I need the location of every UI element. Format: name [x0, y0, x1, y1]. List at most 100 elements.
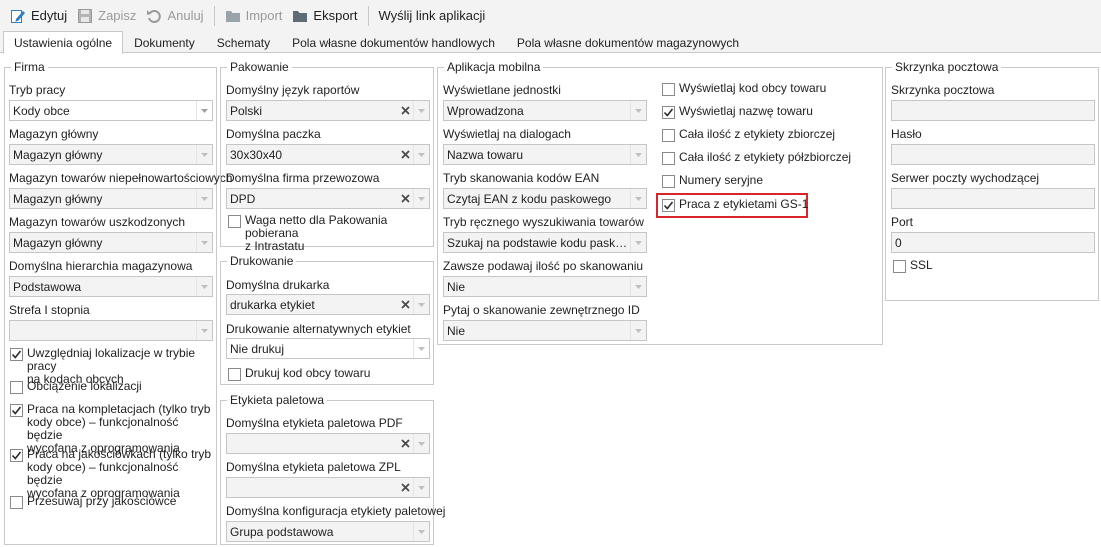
- checkbox-box[interactable]: [228, 215, 241, 228]
- manual-search-label: Tryb ręcznego wyszukiwania towarów: [443, 215, 644, 229]
- tab-general-settings[interactable]: Ustawienia ogólne: [3, 31, 124, 54]
- damaged-warehouse-select[interactable]: Magazyn główny: [9, 232, 213, 253]
- work-mode-label: Tryb pracy: [9, 83, 66, 97]
- units-select[interactable]: Wprowadzona: [443, 100, 647, 121]
- move-on-quality-checkbox[interactable]: Przesuwaj przy jakościówce: [10, 495, 176, 509]
- port-label: Port: [891, 215, 914, 229]
- chevron-down-icon[interactable]: [196, 189, 212, 208]
- clear-icon[interactable]: [397, 434, 413, 453]
- location-load-checkbox[interactable]: Obciążenie lokalizacji: [10, 380, 142, 394]
- smtp-server-input[interactable]: [891, 188, 1095, 209]
- chevron-down-icon[interactable]: [630, 145, 646, 164]
- serial-numbers-checkbox[interactable]: Numery seryjne: [662, 174, 763, 188]
- show-foreign-code-checkbox[interactable]: Wyświetlaj kod obcy towaru: [662, 82, 826, 96]
- work-mode-select[interactable]: Kody obce: [9, 100, 213, 121]
- cancel-button[interactable]: Anuluj: [142, 4, 207, 28]
- tab-warehouse-doc-custom-fields[interactable]: Pola własne dokumentów magazynowych: [506, 31, 750, 53]
- password-input[interactable]: [891, 144, 1095, 165]
- checkbox-box[interactable]: [10, 348, 23, 361]
- mailbox-label: Skrzynka pocztowa: [891, 83, 995, 97]
- checkbox-box[interactable]: [662, 106, 675, 119]
- clear-icon[interactable]: [397, 189, 413, 208]
- qty-after-scan-select[interactable]: Nie: [443, 276, 647, 297]
- ssl-checkbox[interactable]: SSL: [893, 259, 933, 273]
- chevron-down-icon[interactable]: [196, 321, 212, 340]
- net-weight-checkbox[interactable]: Waga netto dla Pakowania pobierana z Intr…: [228, 214, 433, 253]
- ean-mode-select[interactable]: Czytaj EAN z kodu paskowego: [443, 188, 647, 209]
- port-input[interactable]: 0: [891, 232, 1095, 253]
- default-package-select[interactable]: 30x30x40: [226, 144, 430, 165]
- send-link-button[interactable]: Wyślij link aplikacji: [375, 4, 490, 28]
- undo-icon: [146, 8, 162, 24]
- clear-icon[interactable]: [397, 145, 413, 164]
- checkbox-box[interactable]: [893, 260, 906, 273]
- save-button[interactable]: Zapisz: [73, 4, 140, 28]
- checkbox-box[interactable]: [228, 368, 241, 381]
- substandard-warehouse-label: Magazyn towarów niepełnowartościowych: [9, 171, 233, 185]
- checkbox-box[interactable]: [662, 175, 675, 188]
- print-foreign-code-checkbox[interactable]: Drukuj kod obcy towaru: [228, 367, 370, 381]
- clear-icon[interactable]: [397, 101, 413, 120]
- gs1-labels-checkbox[interactable]: Praca z etykietami GS-1: [662, 198, 808, 212]
- hierarchy-select[interactable]: Podstawowa: [9, 276, 213, 297]
- checkmark-icon: [663, 108, 674, 117]
- checkbox-box[interactable]: [10, 381, 23, 394]
- chevron-down-icon[interactable]: [413, 478, 429, 497]
- checkbox-box[interactable]: [662, 199, 675, 212]
- tab-trade-doc-custom-fields[interactable]: Pola własne dokumentów handlowych: [281, 31, 506, 53]
- chevron-down-icon[interactable]: [413, 145, 429, 164]
- chevron-down-icon[interactable]: [630, 189, 646, 208]
- chevron-down-icon[interactable]: [413, 189, 429, 208]
- quality-checkbox[interactable]: Praca na jakościówkach (tylko tryb kody o…: [10, 448, 216, 500]
- group-mobile-app: Aplikacja mobilna Wyświetlane jednostki …: [437, 60, 883, 345]
- pallet-zpl-select[interactable]: [226, 477, 430, 498]
- default-package-label: Domyślna paczka: [226, 127, 321, 141]
- chevron-down-icon[interactable]: [196, 233, 212, 252]
- chevron-down-icon[interactable]: [630, 277, 646, 296]
- import-button[interactable]: Import: [221, 4, 287, 28]
- tab-schemas[interactable]: Schematy: [206, 31, 281, 53]
- external-id-select[interactable]: Nie: [443, 320, 647, 341]
- checkbox-box[interactable]: [10, 404, 23, 417]
- save-icon: [77, 8, 93, 24]
- export-button[interactable]: Eksport: [288, 4, 361, 28]
- chevron-down-icon[interactable]: [196, 145, 212, 164]
- chevron-down-icon[interactable]: [413, 434, 429, 453]
- report-language-select[interactable]: Polski: [226, 100, 430, 121]
- chevron-down-icon[interactable]: [196, 101, 212, 120]
- edit-button[interactable]: Edytuj: [6, 4, 71, 28]
- dialogs-select[interactable]: Nazwa towaru: [443, 144, 647, 165]
- mailbox-input[interactable]: [891, 100, 1095, 121]
- checkbox-box[interactable]: [662, 152, 675, 165]
- checkbox-box[interactable]: [662, 83, 675, 96]
- ean-mode-label: Tryb skanowania kodów EAN: [443, 171, 600, 185]
- chevron-down-icon[interactable]: [630, 321, 646, 340]
- checkbox-box[interactable]: [10, 449, 23, 462]
- chevron-down-icon[interactable]: [630, 101, 646, 120]
- chevron-down-icon[interactable]: [413, 295, 429, 314]
- chevron-down-icon[interactable]: [413, 522, 429, 541]
- manual-search-select[interactable]: Szukaj na podstawie kodu paskowe...: [443, 232, 647, 253]
- clear-icon[interactable]: [397, 295, 413, 314]
- main-warehouse-select[interactable]: Magazyn główny: [9, 144, 213, 165]
- pallet-pdf-select[interactable]: [226, 433, 430, 454]
- default-printer-select[interactable]: drukarka etykiet: [226, 294, 430, 315]
- show-item-name-checkbox[interactable]: Wyświetlaj nazwę towaru: [662, 105, 813, 119]
- bulk-label-qty-checkbox[interactable]: Cała ilość z etykiety zbiorczej: [662, 128, 835, 142]
- chevron-down-icon[interactable]: [413, 101, 429, 120]
- clear-icon[interactable]: [397, 478, 413, 497]
- chevron-down-icon[interactable]: [413, 339, 429, 358]
- pallet-config-select[interactable]: Grupa podstawowa: [226, 521, 430, 542]
- substandard-warehouse-select[interactable]: Magazyn główny: [9, 188, 213, 209]
- checkbox-box[interactable]: [662, 129, 675, 142]
- tab-documents[interactable]: Dokumenty: [123, 31, 206, 53]
- carrier-select[interactable]: DPD: [226, 188, 430, 209]
- half-bulk-label-qty-checkbox[interactable]: Cała ilość z etykiety półzbiorczej: [662, 151, 851, 165]
- password-label: Hasło: [891, 127, 922, 141]
- zone-select[interactable]: [9, 320, 213, 341]
- checkbox-box[interactable]: [10, 496, 23, 509]
- chevron-down-icon[interactable]: [196, 277, 212, 296]
- alt-labels-select[interactable]: Nie drukuj: [226, 338, 430, 359]
- checkmark-icon: [11, 406, 22, 415]
- chevron-down-icon[interactable]: [630, 233, 646, 252]
